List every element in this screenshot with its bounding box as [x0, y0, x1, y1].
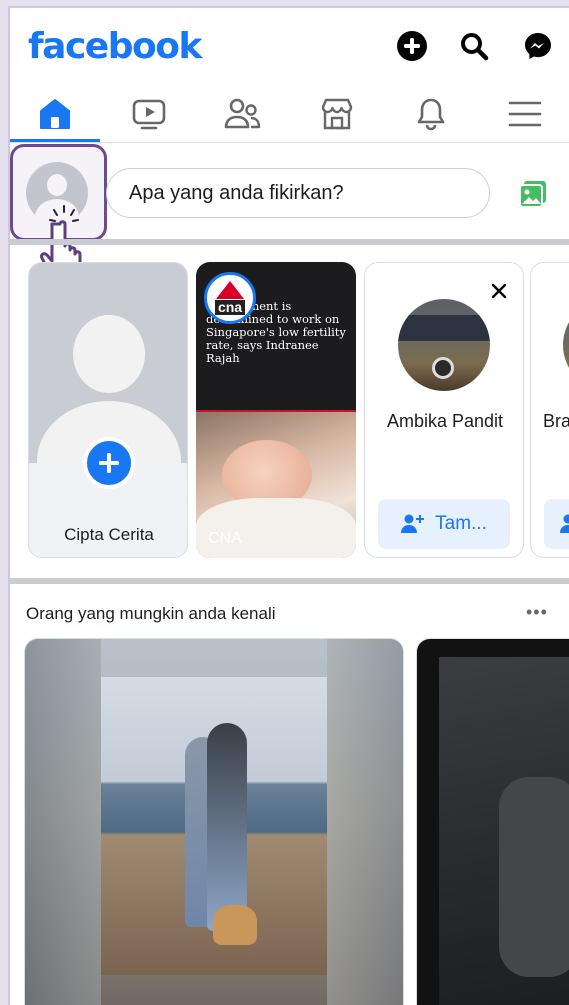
- plus-icon[interactable]: [83, 437, 135, 489]
- pymk-photo: [439, 657, 569, 1005]
- tab-notifications[interactable]: [386, 86, 476, 142]
- suggestion-avatar: [563, 299, 569, 391]
- add-friend-icon: [560, 514, 569, 533]
- close-icon[interactable]: [489, 281, 509, 301]
- add-friend-icon: [401, 514, 425, 533]
- pymk-card[interactable]: [24, 638, 404, 1005]
- more-options-icon[interactable]: •••: [526, 602, 548, 623]
- add-icon[interactable]: [396, 30, 428, 62]
- bell-icon: [417, 98, 445, 131]
- suggestion-name: Bra: [543, 411, 569, 431]
- facebook-logo[interactable]: facebook: [28, 26, 202, 67]
- create-story-card[interactable]: Cipta Cerita: [28, 262, 188, 558]
- cna-logo: cna: [204, 272, 256, 324]
- post-composer: Apa yang anda fikirkan?: [10, 144, 569, 282]
- menu-icon: [508, 101, 542, 127]
- search-icon[interactable]: [458, 30, 490, 62]
- messenger-icon[interactable]: [522, 30, 554, 62]
- tab-video[interactable]: [104, 86, 194, 142]
- create-story-label: Cipta Cerita: [64, 525, 154, 544]
- suggestion-name: Ambika Pandit: [386, 411, 504, 431]
- profile-silhouette: [29, 263, 187, 463]
- section-separator: [10, 239, 569, 245]
- story-source-name: CNA: [208, 530, 242, 547]
- section-separator: [10, 578, 569, 584]
- tab-marketplace[interactable]: [292, 86, 382, 142]
- story-cna[interactable]: Government is determined to work on Sing…: [196, 262, 356, 558]
- pymk-photo: [101, 677, 327, 975]
- tab-home[interactable]: [10, 86, 100, 142]
- pymk-card[interactable]: [416, 638, 569, 1005]
- friends-icon: [224, 98, 261, 129]
- nav-divider: [10, 142, 569, 143]
- tab-menu[interactable]: [480, 86, 569, 142]
- app-frame: facebook Apa yang anda fikirkan? Cipta C…: [8, 6, 569, 1005]
- add-friend-button[interactable]: Tam...: [378, 499, 510, 549]
- pymk-title: Orang yang mungkin anda kenali: [26, 604, 276, 623]
- video-icon: [132, 99, 166, 130]
- marketplace-icon: [321, 98, 353, 130]
- friend-suggestion-card[interactable]: Ambika Pandit Tam...: [364, 262, 524, 558]
- home-icon: [40, 99, 70, 129]
- main-nav: [10, 86, 569, 142]
- add-friend-button[interactable]: [544, 499, 569, 549]
- whats-on-your-mind-input[interactable]: Apa yang anda fikirkan?: [106, 168, 490, 218]
- add-friend-label: Tam...: [435, 513, 487, 534]
- suggestion-avatar: [398, 299, 490, 391]
- friend-suggestion-card[interactable]: Bra: [530, 262, 569, 558]
- tab-friends[interactable]: [198, 86, 288, 142]
- photo-icon[interactable]: [518, 180, 548, 208]
